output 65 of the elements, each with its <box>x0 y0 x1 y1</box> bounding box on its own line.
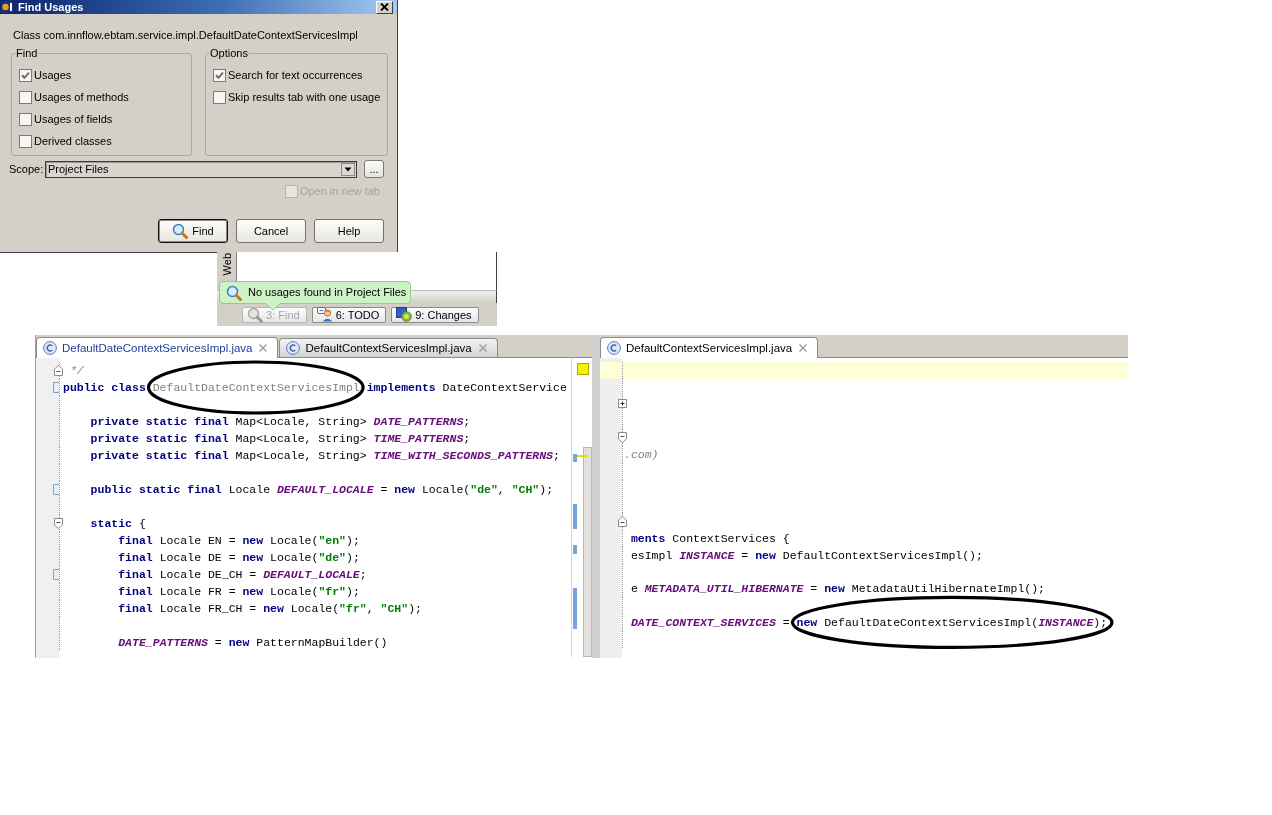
window-title: Find Usages <box>18 0 85 14</box>
code-line: DATE_CONTEXT_SERVICES = new DefaultDateContextServicesImpl(INSTANCE); <box>630 614 1108 631</box>
fold-marker-icon[interactable] <box>54 365 63 376</box>
code-line: private static final Map<Locale, String> DATE_PATTERNS; <box>90 414 471 430</box>
group-title: Find <box>15 47 39 60</box>
person-speech-icon <box>316 307 333 322</box>
browse-button[interactable]: ... <box>364 160 384 178</box>
tool-window-button[interactable]: 9: Changes <box>391 306 479 323</box>
search-icon <box>226 284 242 301</box>
code-line: public static final Locale DEFAULT_LOCALE = new Locale("de", "CH"); <box>90 482 554 498</box>
dialog-button[interactable]: Find <box>158 219 228 243</box>
code-line: private static final Map<Locale, String> TIME_PATTERNS; <box>90 431 471 447</box>
editor-tab[interactable]: DefaultContextServicesImpl.java <box>600 337 819 358</box>
checkbox[interactable] <box>19 113 32 126</box>
checkbox-label[interactable]: Usages of methods <box>34 91 129 104</box>
fold-marker-icon[interactable] <box>618 516 627 528</box>
close-icon[interactable] <box>799 344 808 352</box>
code-line: ments ContextServices { <box>630 530 790 547</box>
checkbox-label[interactable]: Search for text occurrences <box>228 69 363 82</box>
code-line: final Locale FR_CH = new Locale("fr", "CH"); <box>118 601 422 617</box>
side-tab-label[interactable]: Web <box>220 253 233 276</box>
code-line: e METADATA_UTIL_HIBERNATE = new MetadataUtilHibernateImpl(); <box>630 581 1046 598</box>
fold-marker-icon[interactable] <box>618 432 627 444</box>
scope-label: Scope: <box>9 162 45 176</box>
dialog-button[interactable]: Help <box>314 219 384 243</box>
checkbox[interactable] <box>213 91 226 104</box>
group-title: Options <box>209 47 249 60</box>
square-circle-icon <box>396 307 413 322</box>
code-line: final Locale DE = new Locale("de"); <box>118 550 360 566</box>
class-icon <box>286 341 301 355</box>
close-button[interactable] <box>376 0 393 14</box>
code-line: final Locale FR = new Locale("fr"); <box>118 584 360 600</box>
editor-tab[interactable]: DefaultContextServicesImpl.java <box>279 338 498 357</box>
editor-tab[interactable]: DefaultDateContextServicesImpl.java <box>36 337 279 358</box>
app-icon <box>1 1 13 13</box>
code-line: private static final Map<Locale, String> TIME_WITH_SECONDS_PATTERNS; <box>90 448 560 464</box>
checkbox[interactable] <box>19 91 32 104</box>
checkbox-label[interactable]: Derived classes <box>34 135 112 148</box>
code-line: */ <box>69 363 84 379</box>
dialog-button[interactable]: Cancel <box>236 219 306 243</box>
tooltip-text: No usages found in Project Files <box>248 286 407 299</box>
checkbox[interactable] <box>213 69 226 82</box>
checkbox[interactable] <box>19 69 32 82</box>
tool-window-button[interactable]: 6: TODO <box>311 306 387 323</box>
checkbox[interactable] <box>19 135 32 148</box>
close-icon[interactable] <box>259 344 268 352</box>
code-line: esImpl INSTANCE = new DefaultContextServicesImpl(); <box>630 547 983 564</box>
checkbox-label[interactable]: Skip results tab with one usage <box>228 91 381 104</box>
code-line: final Locale EN = new Locale("en"); <box>118 533 360 549</box>
fold-marker-icon[interactable] <box>54 518 63 529</box>
search-icon <box>172 223 189 239</box>
plus-box-icon[interactable] <box>618 399 627 409</box>
code-line: static { <box>90 516 146 532</box>
class-icon <box>43 341 57 355</box>
target-class-label: Class com.innflow.ebtam.service.impl.DefaultDateContextServicesImpl <box>13 29 358 42</box>
code-line: public class DefaultDateContextServicesImpl implements DateContextService <box>63 380 567 396</box>
search-icon <box>247 306 263 323</box>
code-line: DATE_PATTERNS = new PatternMapBuilder() <box>118 635 388 651</box>
close-icon <box>380 3 389 11</box>
scope-dropdown[interactable]: Project Files <box>45 160 357 178</box>
checkbox-label[interactable]: Usages <box>34 69 72 82</box>
code-line: final Locale DE_CH = DEFAULT_LOCALE; <box>118 567 367 583</box>
checkbox-label[interactable]: Usages of fields <box>34 113 113 126</box>
class-icon <box>607 341 621 355</box>
code-line: .com) <box>624 446 659 463</box>
